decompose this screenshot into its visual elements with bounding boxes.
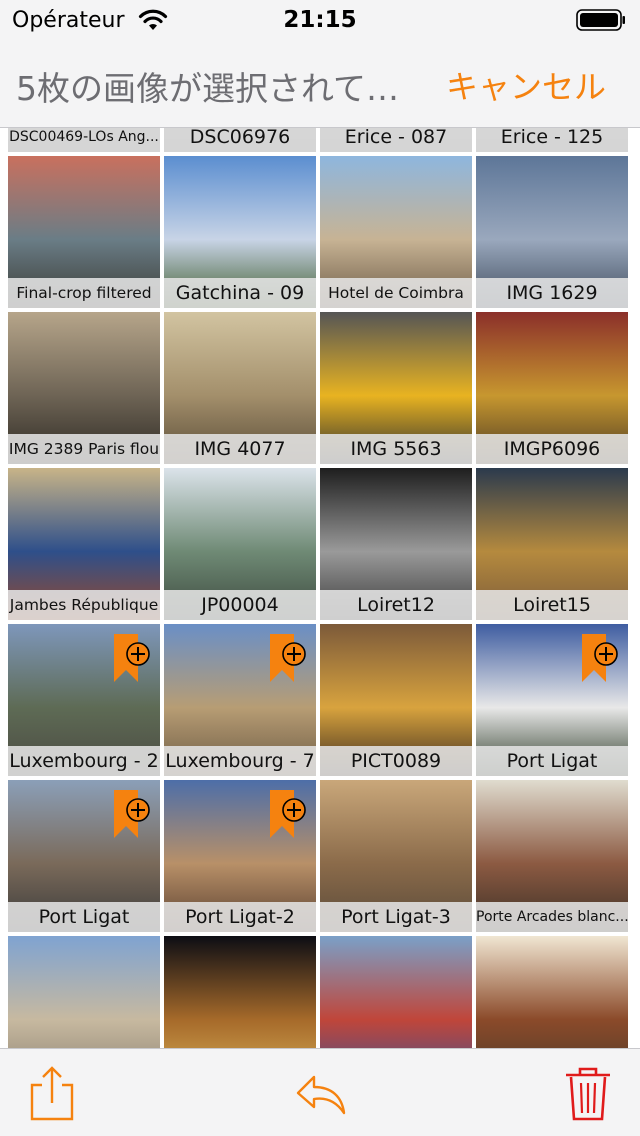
status-bar: Opérateur 21:15: [0, 0, 640, 40]
bottom-toolbar: [0, 1048, 640, 1136]
photo-cell[interactable]: Hotel de Coimbra: [320, 156, 472, 308]
bookmark-add-icon: [114, 790, 150, 838]
photo-caption: Port Ligat: [8, 902, 160, 932]
photo-caption: JP00004: [164, 590, 316, 620]
share-icon[interactable]: [22, 1063, 82, 1123]
photo-cell[interactable]: JP00004: [164, 468, 316, 620]
photo-cell[interactable]: Port Ligat: [8, 780, 160, 932]
photo-cell[interactable]: Jambes République: [8, 468, 160, 620]
photo-cell[interactable]: Porte Arcades blanc...: [476, 780, 628, 932]
photo-cell[interactable]: Port Ligat-2: [164, 780, 316, 932]
page-title: 5枚の画像が選択されて…: [16, 69, 400, 108]
photo-grid[interactable]: DSC00469-LOs Ang... DSC06976 Erice - 087 Er…: [0, 128, 640, 1048]
photo-thumbnail: [8, 936, 160, 1048]
photo-cell[interactable]: IMGP6096: [476, 312, 628, 464]
photo-caption: Loiret15: [476, 590, 628, 620]
battery-icon: [576, 9, 625, 31]
navigation-bar: 5枚の画像が選択されて… キャンセル: [0, 40, 640, 128]
photo-cell[interactable]: DSC06976: [164, 128, 316, 152]
photo-caption: Port Ligat: [476, 746, 628, 776]
photo-caption: Erice - 087: [320, 128, 472, 152]
photo-cell[interactable]: PICT0089: [320, 624, 472, 776]
photo-cell[interactable]: [8, 936, 160, 1048]
bookmark-add-icon: [114, 634, 150, 682]
photo-cell[interactable]: [476, 936, 628, 1048]
photo-caption: Hotel de Coimbra: [320, 278, 472, 308]
photo-cell[interactable]: IMG 2389 Paris flou: [8, 312, 160, 464]
photo-cell[interactable]: IMG 4077: [164, 312, 316, 464]
photo-cell[interactable]: [164, 936, 316, 1048]
photo-thumbnail: [164, 936, 316, 1048]
photo-thumbnail: [320, 936, 472, 1048]
photo-cell[interactable]: Erice - 087: [320, 128, 472, 152]
photo-cell[interactable]: [320, 936, 472, 1048]
photo-caption: Loiret12: [320, 590, 472, 620]
photo-cell[interactable]: IMG 1629: [476, 156, 628, 308]
photo-caption: Erice - 125: [476, 128, 628, 152]
photo-caption: DSC00469-LOs Ang...: [8, 128, 160, 152]
photo-caption: PICT0089: [320, 746, 472, 776]
photo-cell[interactable]: Final-crop filtered: [8, 156, 160, 308]
photo-caption: IMGP6096: [476, 434, 628, 464]
photo-caption: DSC06976: [164, 128, 316, 152]
photo-cell[interactable]: Port Ligat-3: [320, 780, 472, 932]
trash-icon[interactable]: [558, 1063, 618, 1123]
photo-caption: IMG 2389 Paris flou: [8, 434, 160, 464]
photo-cell[interactable]: IMG 5563: [320, 312, 472, 464]
photo-caption: IMG 1629: [476, 278, 628, 308]
photo-cell[interactable]: Loiret12: [320, 468, 472, 620]
photo-thumbnail: [476, 936, 628, 1048]
photo-caption: Luxembourg - 7: [164, 746, 316, 776]
photo-caption: Port Ligat-3: [320, 902, 472, 932]
photo-caption: Gatchina - 09: [164, 278, 316, 308]
photo-caption: Luxembourg - 2: [8, 746, 160, 776]
photo-caption: Jambes République: [8, 590, 160, 620]
bookmark-add-icon: [270, 634, 306, 682]
photo-caption: Porte Arcades blanc...: [476, 902, 628, 932]
photo-cell[interactable]: Gatchina - 09: [164, 156, 316, 308]
photo-caption: IMG 5563: [320, 434, 472, 464]
photo-caption: Port Ligat-2: [164, 902, 316, 932]
photo-cell[interactable]: Luxembourg - 2: [8, 624, 160, 776]
photo-cell[interactable]: Loiret15: [476, 468, 628, 620]
bookmark-add-icon: [270, 790, 306, 838]
photo-cell[interactable]: DSC00469-LOs Ang...: [8, 128, 160, 152]
bookmark-add-icon: [582, 634, 618, 682]
photo-cell[interactable]: Port Ligat: [476, 624, 628, 776]
cancel-button[interactable]: キャンセル: [446, 62, 606, 108]
reply-icon[interactable]: [290, 1063, 350, 1123]
photo-caption: Final-crop filtered: [8, 278, 160, 308]
clock: 21:15: [283, 7, 357, 33]
photo-caption: IMG 4077: [164, 434, 316, 464]
photo-cell[interactable]: Erice - 125: [476, 128, 628, 152]
photo-cell[interactable]: Luxembourg - 7: [164, 624, 316, 776]
